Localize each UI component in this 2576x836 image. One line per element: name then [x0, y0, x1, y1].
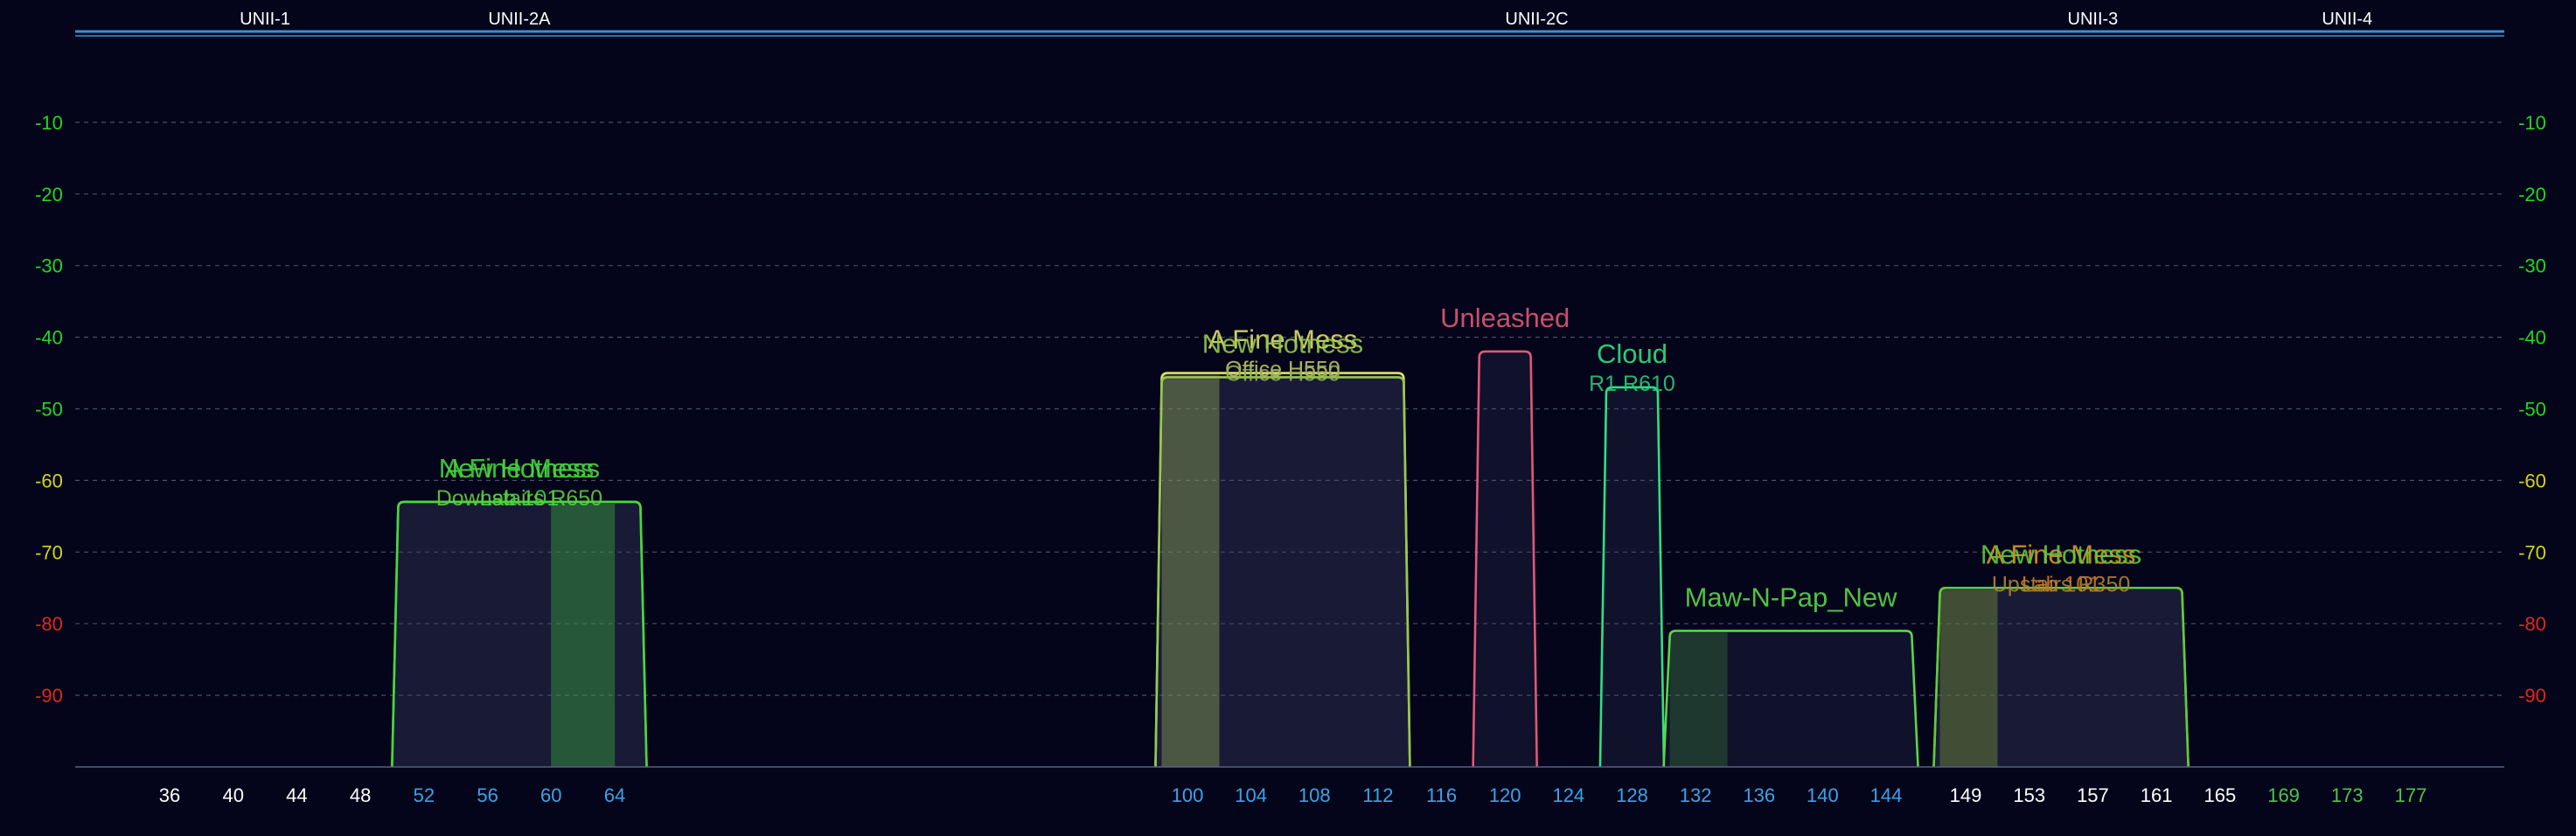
x-tick-label: 173	[2331, 784, 2364, 806]
x-tick-label: 144	[1870, 784, 1903, 806]
y-tick-label-left: -10	[35, 112, 63, 134]
x-tick-label: 140	[1807, 784, 1839, 806]
x-tick-label: 48	[350, 784, 371, 806]
x-tick-label: 120	[1489, 784, 1521, 806]
x-tick-label: 153	[2013, 784, 2045, 806]
network-fill	[1599, 387, 1664, 767]
y-tick-label-left: -80	[35, 613, 63, 635]
y-tick-label-right: -30	[2518, 255, 2546, 277]
y-tick-label-right: -10	[2518, 112, 2546, 134]
y-tick-label-right: -20	[2518, 184, 2546, 206]
network-ap-label: R1 R610	[1589, 372, 1675, 396]
x-tick-label: 40	[222, 784, 243, 806]
primary-channel-fill	[1939, 589, 1998, 767]
y-tick-label-right: -70	[2518, 541, 2546, 563]
band-label: UNII-1	[240, 10, 290, 29]
x-tick-label: 136	[1743, 784, 1775, 806]
band-label: UNII-2A	[488, 10, 551, 29]
band-label: UNII-3	[2068, 10, 2119, 29]
x-tick-label: 36	[159, 784, 180, 806]
x-tick-label: 157	[2077, 784, 2109, 806]
x-tick-label: 56	[477, 784, 498, 806]
network-ssid-label: Cloud	[1597, 338, 1667, 369]
y-tick-label-right: -90	[2518, 685, 2546, 707]
spectrum-chart: UNII-1 UNII-2A UNII-2C UNII-3 UNII-4 A Fine …	[0, 0, 2576, 836]
y-tick-label-right: -50	[2518, 399, 2546, 421]
network-ap-label: Downstairs R650	[436, 486, 602, 511]
x-tick-label: 177	[2395, 784, 2427, 806]
x-tick-label: 64	[604, 784, 625, 806]
y-tick-label-left: -40	[35, 327, 63, 349]
band-label: UNII-2C	[1505, 10, 1568, 29]
x-tick-label: 108	[1298, 784, 1331, 806]
network-ap-label: Office H550	[1225, 361, 1340, 386]
x-tick-label: 165	[2204, 784, 2236, 806]
x-tick-label: 132	[1680, 784, 1712, 806]
y-tick-label-left: -70	[35, 541, 63, 563]
y-tick-label-left: -20	[35, 184, 63, 206]
primary-channel-fill	[1669, 632, 1728, 767]
x-tick-label: 112	[1362, 784, 1393, 806]
primary-channel-fill	[1161, 379, 1220, 767]
primary-channel-fill	[551, 503, 616, 767]
y-tick-label-left: -50	[35, 399, 63, 421]
y-tick-label-right: -80	[2518, 613, 2546, 635]
x-tick-label: 128	[1616, 784, 1648, 806]
x-tick-label: 161	[2141, 784, 2173, 806]
network-fill	[1472, 351, 1537, 767]
x-tick-label: 116	[1426, 784, 1457, 806]
x-tick-label: 44	[286, 784, 307, 806]
y-tick-label-left: -90	[35, 685, 63, 707]
network-ssid-label: New Hotness	[1981, 539, 2141, 569]
network-ssid-label: New Hotness	[1202, 328, 1363, 359]
x-tick-label: 124	[1552, 784, 1584, 806]
y-tick-label-left: -30	[35, 255, 63, 277]
network-ssid-label: Unleashed	[1440, 303, 1570, 333]
y-tick-label-right: -60	[2518, 470, 2546, 491]
x-tick-label: 100	[1172, 784, 1204, 806]
x-tick-label: 52	[414, 784, 435, 806]
x-tick-label: 60	[540, 784, 561, 806]
network-ssid-label: New Hotness	[439, 453, 600, 484]
x-tick-label: 149	[1950, 784, 1982, 806]
x-tick-label: 169	[2267, 784, 2300, 806]
x-tick-label: 104	[1235, 784, 1267, 806]
y-tick-label-left: -60	[35, 470, 63, 491]
network-ap-label: Upstairs R350	[1992, 572, 2130, 596]
y-tick-label-right: -40	[2518, 327, 2546, 349]
band-label: UNII-4	[2322, 10, 2372, 29]
network-ssid-label: Maw-N-Pap_New	[1685, 582, 1898, 612]
